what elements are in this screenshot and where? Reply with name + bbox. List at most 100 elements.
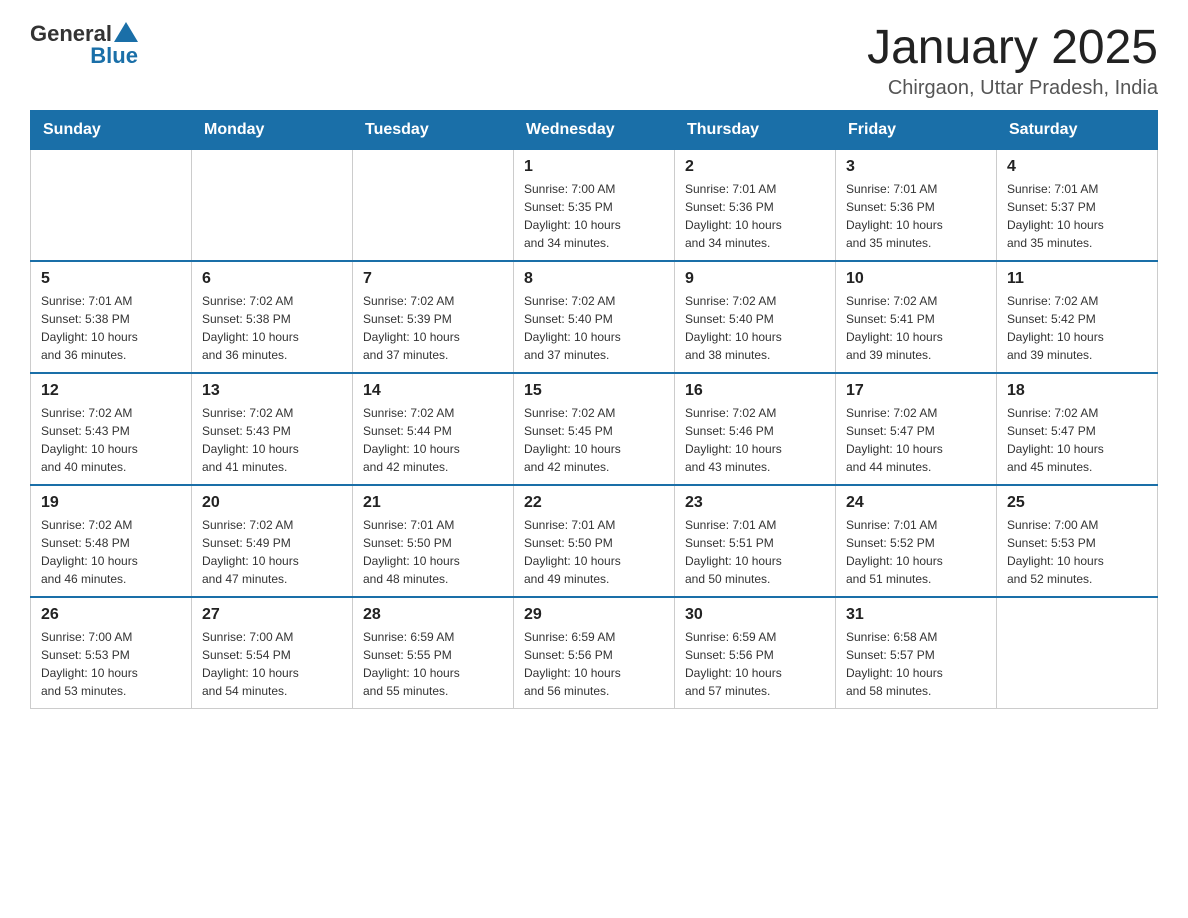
days-of-week-row: SundayMondayTuesdayWednesdayThursdayFrid… bbox=[31, 111, 1158, 150]
day-number: 7 bbox=[363, 270, 503, 288]
day-info: Sunrise: 7:02 AM Sunset: 5:48 PM Dayligh… bbox=[41, 516, 181, 588]
week-row-2: 5 Sunrise: 7:01 AM Sunset: 5:38 PM Daylig… bbox=[31, 261, 1158, 373]
calendar-cell: 11 Sunrise: 7:02 AM Sunset: 5:42 PM Dayli… bbox=[997, 261, 1158, 373]
day-info: Sunrise: 7:02 AM Sunset: 5:44 PM Dayligh… bbox=[363, 404, 503, 476]
day-header-sunday: Sunday bbox=[31, 111, 192, 150]
title-area: January 2025 Chirgaon, Uttar Pradesh, In… bbox=[867, 20, 1158, 100]
day-info: Sunrise: 7:02 AM Sunset: 5:42 PM Dayligh… bbox=[1007, 292, 1147, 364]
calendar-cell: 22Sunrise: 7:01 AM Sunset: 5:50 PM Dayli… bbox=[514, 485, 675, 597]
day-number: 11 bbox=[1007, 270, 1147, 288]
day-number: 24 bbox=[846, 494, 986, 512]
calendar-cell: 14Sunrise: 7:02 AM Sunset: 5:44 PM Dayli… bbox=[353, 373, 514, 485]
calendar-cell bbox=[31, 150, 192, 262]
day-number: 12 bbox=[41, 382, 181, 400]
day-info: Sunrise: 6:59 AM Sunset: 5:56 PM Dayligh… bbox=[524, 628, 664, 700]
day-number: 8 bbox=[524, 270, 664, 288]
calendar-cell: 30Sunrise: 6:59 AM Sunset: 5:56 PM Dayli… bbox=[675, 597, 836, 709]
day-number: 27 bbox=[202, 606, 342, 624]
day-info: Sunrise: 7:00 AM Sunset: 5:54 PM Dayligh… bbox=[202, 628, 342, 700]
calendar-cell: 16 Sunrise: 7:02 AM Sunset: 5:46 PM Dayli… bbox=[675, 373, 836, 485]
week-row-3: 12 Sunrise: 7:02 AM Sunset: 5:43 PM Dayli… bbox=[31, 373, 1158, 485]
calendar-cell: 3 Sunrise: 7:01 AM Sunset: 5:36 PM Daylig… bbox=[836, 150, 997, 262]
month-title: January 2025 bbox=[867, 20, 1158, 75]
day-number: 26 bbox=[41, 606, 181, 624]
day-number: 3 bbox=[846, 158, 986, 176]
day-number: 25 bbox=[1007, 494, 1147, 512]
calendar-cell: 20Sunrise: 7:02 AM Sunset: 5:49 PM Dayli… bbox=[192, 485, 353, 597]
day-number: 31 bbox=[846, 606, 986, 624]
day-info: Sunrise: 7:02 AM Sunset: 5:41 PM Dayligh… bbox=[846, 292, 986, 364]
day-info: Sunrise: 7:01 AM Sunset: 5:50 PM Dayligh… bbox=[363, 516, 503, 588]
calendar-cell: 19 Sunrise: 7:02 AM Sunset: 5:48 PM Dayli… bbox=[31, 485, 192, 597]
day-info: Sunrise: 7:02 AM Sunset: 5:47 PM Dayligh… bbox=[846, 404, 986, 476]
day-number: 1 bbox=[524, 158, 664, 176]
day-number: 16 bbox=[685, 382, 825, 400]
day-number: 19 bbox=[41, 494, 181, 512]
day-info: Sunrise: 7:02 AM Sunset: 5:38 PM Dayligh… bbox=[202, 292, 342, 364]
day-header-thursday: Thursday bbox=[675, 111, 836, 150]
day-number: 13 bbox=[202, 382, 342, 400]
calendar-cell: 29 Sunrise: 6:59 AM Sunset: 5:56 PM Dayli… bbox=[514, 597, 675, 709]
day-number: 18 bbox=[1007, 382, 1147, 400]
day-header-friday: Friday bbox=[836, 111, 997, 150]
day-info: Sunrise: 7:00 AM Sunset: 5:53 PM Dayligh… bbox=[1007, 516, 1147, 588]
calendar-cell bbox=[192, 150, 353, 262]
calendar-table: SundayMondayTuesdayWednesdayThursdayFrid… bbox=[30, 110, 1158, 709]
day-info: Sunrise: 7:02 AM Sunset: 5:43 PM Dayligh… bbox=[41, 404, 181, 476]
day-info: Sunrise: 7:02 AM Sunset: 5:40 PM Dayligh… bbox=[685, 292, 825, 364]
calendar-cell: 24 Sunrise: 7:01 AM Sunset: 5:52 PM Dayli… bbox=[836, 485, 997, 597]
calendar-cell: 17 Sunrise: 7:02 AM Sunset: 5:47 PM Dayli… bbox=[836, 373, 997, 485]
day-info: Sunrise: 7:01 AM Sunset: 5:38 PM Dayligh… bbox=[41, 292, 181, 364]
calendar-cell: 26 Sunrise: 7:00 AM Sunset: 5:53 PM Dayli… bbox=[31, 597, 192, 709]
day-number: 20 bbox=[202, 494, 342, 512]
day-info: Sunrise: 7:02 AM Sunset: 5:46 PM Dayligh… bbox=[685, 404, 825, 476]
day-number: 28 bbox=[363, 606, 503, 624]
calendar-cell: 2Sunrise: 7:01 AM Sunset: 5:36 PM Daylig… bbox=[675, 150, 836, 262]
day-number: 21 bbox=[363, 494, 503, 512]
calendar-cell: 1 Sunrise: 7:00 AM Sunset: 5:35 PM Daylig… bbox=[514, 150, 675, 262]
calendar-cell: 13 Sunrise: 7:02 AM Sunset: 5:43 PM Dayli… bbox=[192, 373, 353, 485]
calendar-cell bbox=[353, 150, 514, 262]
day-number: 9 bbox=[685, 270, 825, 288]
calendar-cell: 18 Sunrise: 7:02 AM Sunset: 5:47 PM Dayli… bbox=[997, 373, 1158, 485]
day-info: Sunrise: 7:00 AM Sunset: 5:35 PM Dayligh… bbox=[524, 180, 664, 252]
day-info: Sunrise: 7:02 AM Sunset: 5:45 PM Dayligh… bbox=[524, 404, 664, 476]
calendar-cell: 4 Sunrise: 7:01 AM Sunset: 5:37 PM Daylig… bbox=[997, 150, 1158, 262]
day-header-monday: Monday bbox=[192, 111, 353, 150]
calendar-cell: 31Sunrise: 6:58 AM Sunset: 5:57 PM Dayli… bbox=[836, 597, 997, 709]
day-info: Sunrise: 7:02 AM Sunset: 5:43 PM Dayligh… bbox=[202, 404, 342, 476]
day-header-tuesday: Tuesday bbox=[353, 111, 514, 150]
day-number: 4 bbox=[1007, 158, 1147, 176]
day-number: 15 bbox=[524, 382, 664, 400]
day-number: 23 bbox=[685, 494, 825, 512]
logo-blue: Blue bbox=[90, 43, 138, 69]
day-info: Sunrise: 7:01 AM Sunset: 5:50 PM Dayligh… bbox=[524, 516, 664, 588]
week-row-4: 19 Sunrise: 7:02 AM Sunset: 5:48 PM Dayli… bbox=[31, 485, 1158, 597]
day-info: Sunrise: 7:01 AM Sunset: 5:37 PM Dayligh… bbox=[1007, 180, 1147, 252]
day-info: Sunrise: 7:02 AM Sunset: 5:39 PM Dayligh… bbox=[363, 292, 503, 364]
day-info: Sunrise: 7:01 AM Sunset: 5:51 PM Dayligh… bbox=[685, 516, 825, 588]
day-info: Sunrise: 7:01 AM Sunset: 5:52 PM Dayligh… bbox=[846, 516, 986, 588]
day-number: 17 bbox=[846, 382, 986, 400]
day-info: Sunrise: 7:01 AM Sunset: 5:36 PM Dayligh… bbox=[846, 180, 986, 252]
calendar-cell: 23 Sunrise: 7:01 AM Sunset: 5:51 PM Dayli… bbox=[675, 485, 836, 597]
day-number: 30 bbox=[685, 606, 825, 624]
calendar-cell: 10 Sunrise: 7:02 AM Sunset: 5:41 PM Dayli… bbox=[836, 261, 997, 373]
day-number: 5 bbox=[41, 270, 181, 288]
calendar-cell: 27 Sunrise: 7:00 AM Sunset: 5:54 PM Dayli… bbox=[192, 597, 353, 709]
day-number: 10 bbox=[846, 270, 986, 288]
day-number: 2 bbox=[685, 158, 825, 176]
day-info: Sunrise: 7:02 AM Sunset: 5:47 PM Dayligh… bbox=[1007, 404, 1147, 476]
week-row-5: 26 Sunrise: 7:00 AM Sunset: 5:53 PM Dayli… bbox=[31, 597, 1158, 709]
location-subtitle: Chirgaon, Uttar Pradesh, India bbox=[867, 77, 1158, 100]
day-number: 29 bbox=[524, 606, 664, 624]
calendar-cell: 9 Sunrise: 7:02 AM Sunset: 5:40 PM Daylig… bbox=[675, 261, 836, 373]
calendar-cell: 25 Sunrise: 7:00 AM Sunset: 5:53 PM Dayli… bbox=[997, 485, 1158, 597]
day-info: Sunrise: 6:59 AM Sunset: 5:55 PM Dayligh… bbox=[363, 628, 503, 700]
calendar-cell bbox=[997, 597, 1158, 709]
calendar-cell: 8 Sunrise: 7:02 AM Sunset: 5:40 PM Daylig… bbox=[514, 261, 675, 373]
day-info: Sunrise: 7:00 AM Sunset: 5:53 PM Dayligh… bbox=[41, 628, 181, 700]
day-header-saturday: Saturday bbox=[997, 111, 1158, 150]
calendar-cell: 28 Sunrise: 6:59 AM Sunset: 5:55 PM Dayli… bbox=[353, 597, 514, 709]
day-info: Sunrise: 7:02 AM Sunset: 5:40 PM Dayligh… bbox=[524, 292, 664, 364]
